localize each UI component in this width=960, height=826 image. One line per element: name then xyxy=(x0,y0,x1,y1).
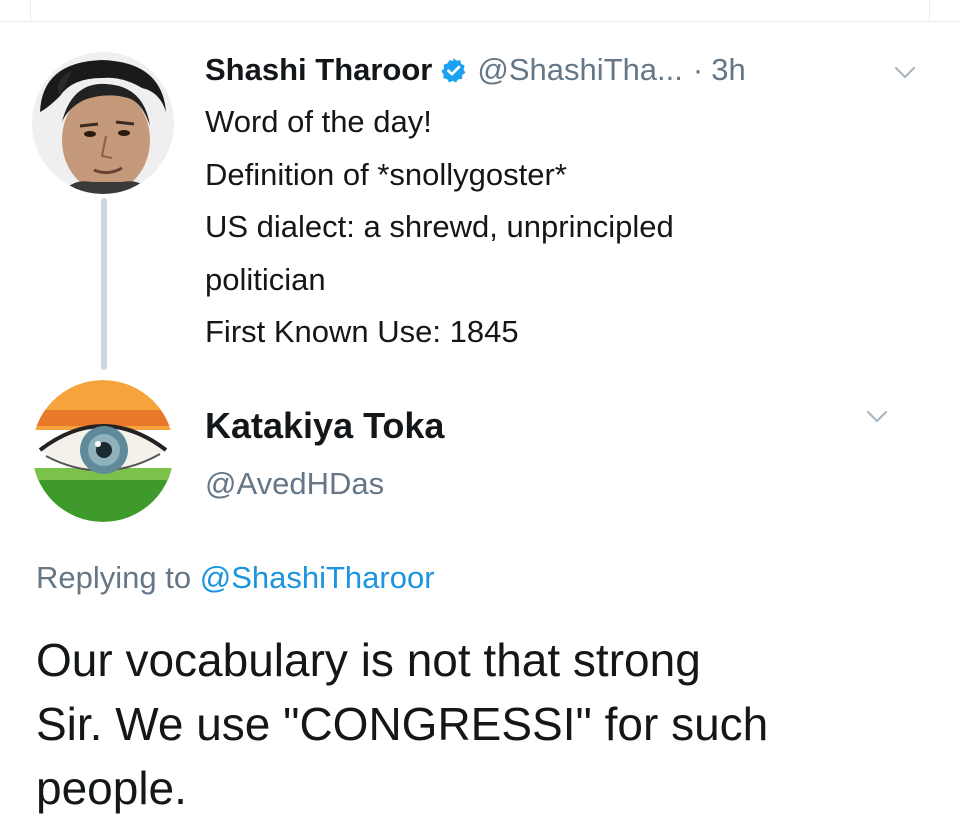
chevron-down-icon[interactable] xyxy=(894,66,916,80)
reply-text: Our vocabulary is not that strong Sir. W… xyxy=(36,628,936,820)
tweet-line: Definition of *snollygoster* xyxy=(205,156,567,192)
tweet-line: Word of the day! xyxy=(205,104,432,139)
reply-line: Sir. We use "CONGRESSI" for such xyxy=(36,698,769,750)
tweet-line: US dialect: a shrewd, unprincipled xyxy=(205,209,674,244)
avatar[interactable] xyxy=(32,52,174,194)
tweet-line: First Known Use: 1845 xyxy=(205,314,519,349)
thread-line xyxy=(101,198,107,370)
avatar[interactable] xyxy=(32,380,174,522)
display-name[interactable]: Katakiya Toka xyxy=(205,405,444,447)
tweet-header: Shashi Tharoor @ShashiTha... · 3h xyxy=(205,50,746,90)
handle[interactable]: @AvedHDas xyxy=(205,466,384,502)
dot-separator: · xyxy=(692,52,704,87)
tweet-line: politician xyxy=(205,261,326,297)
verified-badge-icon xyxy=(441,57,466,82)
display-name[interactable]: Shashi Tharoor xyxy=(205,52,432,88)
chevron-down-icon[interactable] xyxy=(866,410,888,424)
timestamp[interactable]: 3h xyxy=(711,52,745,88)
reply-line: Our vocabulary is not that strong xyxy=(36,634,701,686)
tricolor-eye-icon xyxy=(32,380,174,522)
person-portrait-icon xyxy=(32,52,174,194)
reply-line: people. xyxy=(36,762,187,814)
handle[interactable]: @ShashiTha... xyxy=(477,52,683,88)
parent-tweet[interactable]: Shashi Tharoor @ShashiTha... · 3h Word o… xyxy=(0,0,960,380)
mention-link[interactable]: @ShashiTharoor xyxy=(200,560,435,595)
replying-to: Replying to @ShashiTharoor xyxy=(36,560,435,596)
replying-to-label: Replying to xyxy=(36,560,192,595)
tweet-text: Word of the day! Definition of *snollygo… xyxy=(205,96,825,359)
